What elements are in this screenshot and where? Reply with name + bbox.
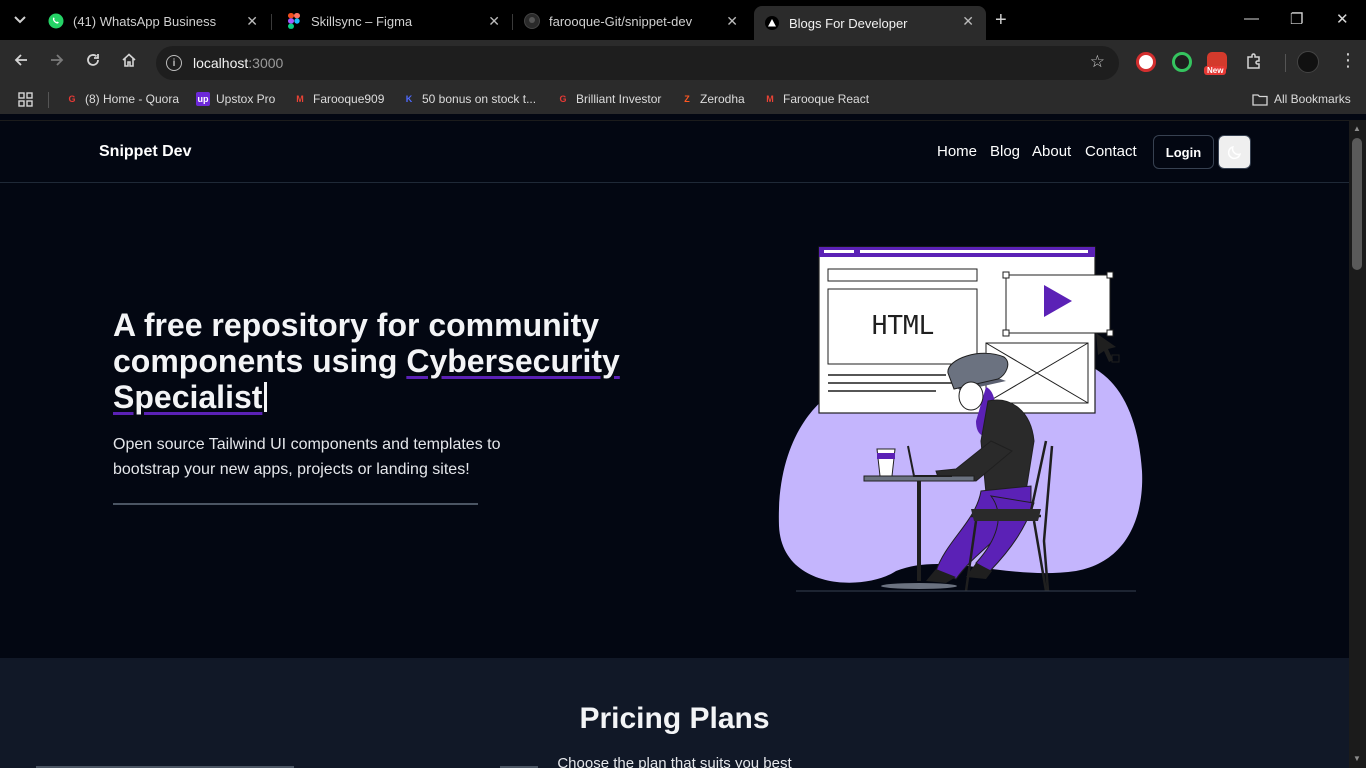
url-text: localhost:3000 — [193, 55, 284, 71]
ring-extension-icon[interactable] — [1172, 52, 1192, 72]
whatsapp-icon — [48, 13, 64, 29]
tab-separator — [271, 14, 272, 30]
nav-contact[interactable]: Contact — [1085, 143, 1137, 160]
scrollbar-thumb[interactable] — [1352, 138, 1362, 270]
quora-icon: G — [68, 94, 76, 104]
zerodha-icon: Z — [684, 94, 690, 104]
bookmark-farooque909[interactable]: M Farooque909 — [293, 92, 384, 106]
hero-heading: A free repository for community componen… — [113, 307, 620, 415]
address-bar[interactable]: i localhost:3000 ☆ — [156, 46, 1119, 80]
hero-subtitle: Open source Tailwind UI components and t… — [113, 436, 501, 478]
theme-toggle-button[interactable] — [1218, 135, 1251, 169]
tab-title: Skillsync – Figma — [311, 13, 413, 29]
new-badge: New — [1204, 66, 1227, 75]
bookmark-brilliant-investor[interactable]: G Brilliant Investor — [556, 92, 661, 106]
tab-title: Blogs For Developer — [789, 15, 908, 31]
bookmark-quora[interactable]: G (8) Home - Quora — [65, 92, 179, 106]
site-header: Snippet Dev Home Blog About Contact Logi… — [0, 121, 1349, 183]
gmail-icon: M — [766, 94, 774, 104]
close-window-icon[interactable]: ✕ — [1336, 10, 1349, 28]
github-icon — [524, 13, 540, 29]
toolbar-divider — [1285, 54, 1286, 72]
nav-blog[interactable]: Blog — [990, 143, 1020, 160]
typing-caret — [264, 382, 268, 412]
pricing-section: Pricing Plans Choose the plan that suits… — [0, 658, 1349, 768]
minimize-icon[interactable]: — — [1244, 10, 1259, 27]
site-info-icon[interactable]: i — [166, 55, 182, 71]
page-viewport: Snippet Dev Home Blog About Contact Logi… — [0, 120, 1349, 768]
close-icon[interactable]: ✕ — [962, 13, 974, 30]
tab-blogs-for-developer[interactable]: Blogs For Developer ✕ — [754, 6, 986, 40]
kite-icon: K — [405, 94, 413, 104]
bookmark-farooque-react[interactable]: M Farooque React — [763, 92, 869, 106]
bookmarks-divider — [48, 92, 49, 108]
kebab-menu-icon[interactable]: ⋮ — [1339, 50, 1357, 71]
back-icon[interactable] — [13, 52, 29, 73]
bookmark-star-icon[interactable]: ☆ — [1090, 52, 1105, 72]
close-icon[interactable]: ✕ — [726, 13, 738, 30]
nav-home[interactable]: Home — [937, 143, 977, 160]
html-label: HTML — [872, 311, 935, 341]
vercel-triangle-icon — [764, 15, 780, 31]
all-bookmarks[interactable]: All Bookmarks — [1252, 92, 1351, 106]
tab-title: (41) WhatsApp Business — [73, 13, 217, 29]
bookmark-bonus[interactable]: K 50 bonus on stock t... — [402, 92, 536, 106]
tab-separator — [512, 14, 513, 30]
scroll-up-arrow-icon[interactable]: ▲ — [1353, 124, 1361, 133]
tab-whatsapp[interactable]: (41) WhatsApp Business ✕ — [38, 6, 270, 36]
profile-avatar[interactable] — [1297, 51, 1319, 73]
scroll-down-arrow-icon[interactable]: ▼ — [1353, 754, 1361, 763]
tab-title: farooque-Git/snippet-dev — [549, 13, 693, 29]
bookmark-upstox[interactable]: up Upstox Pro — [196, 92, 275, 106]
upstox-icon: up — [196, 92, 210, 106]
close-icon[interactable]: ✕ — [246, 13, 258, 30]
figma-icon — [286, 13, 302, 29]
bookmarks-bar: G (8) Home - Quora up Upstox Pro M Farooque… — [0, 86, 1366, 114]
moon-icon — [1227, 145, 1241, 160]
tab-github[interactable]: farooque-Git/snippet-dev ✕ — [514, 6, 750, 36]
hero-divider — [113, 503, 478, 505]
brand-logo[interactable]: Snippet Dev — [99, 143, 191, 161]
login-button[interactable]: Login — [1153, 135, 1214, 169]
bookmark-zerodha[interactable]: Z Zerodha — [680, 92, 744, 106]
forward-icon[interactable] — [49, 52, 65, 73]
developer-illustration: HTML — [778, 246, 1143, 592]
tab-figma[interactable]: Skillsync – Figma ✕ — [276, 6, 512, 36]
puzzle-extensions-icon[interactable] — [1245, 52, 1263, 75]
chevron-down-icon — [14, 16, 26, 24]
brilliant-icon: G — [559, 94, 567, 104]
folder-icon — [1252, 93, 1268, 106]
new-tab-button[interactable]: + — [995, 9, 1007, 32]
page-scrollbar[interactable]: ▲ ▼ — [1349, 120, 1366, 768]
restore-icon[interactable]: ❐ — [1290, 10, 1303, 28]
home-icon[interactable] — [121, 52, 137, 73]
browser-toolbar: i localhost:3000 ☆ New ⋮ — [0, 40, 1366, 86]
reload-icon[interactable] — [85, 52, 101, 73]
tab-strip: (41) WhatsApp Business ✕ Skillsync – Fig… — [0, 0, 1366, 40]
pokeball-extension-icon[interactable] — [1136, 52, 1156, 72]
gmail-icon: M — [296, 94, 304, 104]
close-icon[interactable]: ✕ — [488, 13, 500, 30]
apps-grid-icon[interactable] — [18, 92, 33, 107]
nav-about[interactable]: About — [1032, 143, 1071, 160]
tab-search-button[interactable] — [0, 0, 40, 40]
pricing-title: Pricing Plans — [579, 702, 770, 735]
